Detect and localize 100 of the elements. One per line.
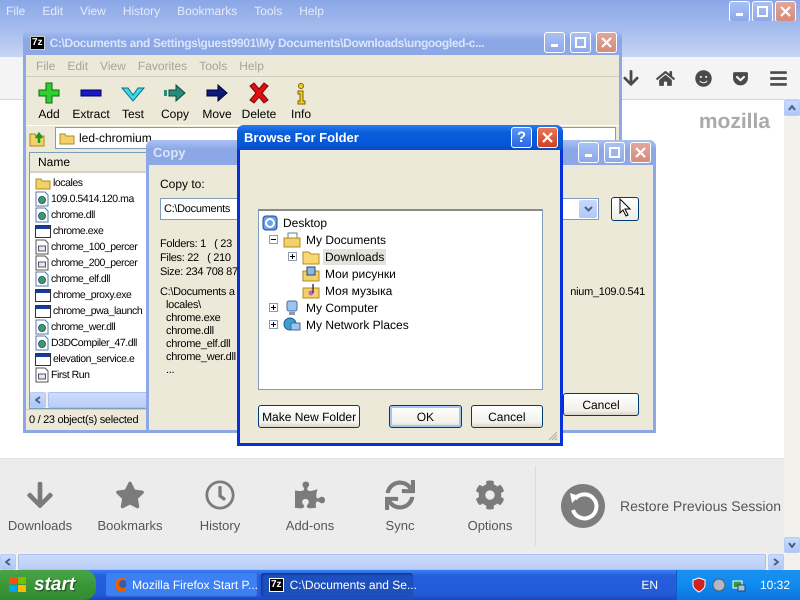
tree-item[interactable]: Desktop [281,214,330,230]
tree-item[interactable]: Downloads [323,248,386,264]
expand-toggle[interactable] [269,320,278,329]
dropdown-button[interactable] [579,200,597,218]
file-name[interactable]: chrome_pwa_launch [53,305,142,317]
file-name[interactable]: chrome_200_percer [51,257,138,269]
tree-item[interactable]: My Documents [304,232,388,248]
dialog-button[interactable]: Cancel [470,405,544,428]
minimize-button[interactable] [544,32,565,53]
toolbar-button[interactable]: Extract [70,81,112,121]
maximize-icon [757,6,768,17]
close-icon [542,132,553,143]
expand-toggle[interactable] [288,252,297,261]
launcher-item[interactable]: Downloads [0,480,85,532]
maximize-icon [575,37,586,48]
expand-toggle[interactable] [269,303,278,312]
toolbar-button[interactable]: Test [112,81,154,121]
status-text: 0 / 23 object(s) selected [29,414,138,426]
maximize-button[interactable] [752,1,773,22]
chevron-down-icon [584,206,592,212]
shield-icon[interactable] [691,577,707,593]
file-name[interactable]: chrome_100_percer [51,241,138,253]
toolbar-button[interactable]: Add [28,81,70,121]
file-name[interactable]: chrome.dll [51,209,95,221]
speaker-icon[interactable] [711,577,727,593]
tree-item[interactable]: Мои рисунки [323,266,398,282]
file-name[interactable]: locales [53,177,83,189]
launcher-item[interactable]: Bookmarks [85,480,175,532]
document-icon [35,367,49,383]
app-logo: 7z [30,36,45,50]
file-name[interactable]: chrome_elf.dll [51,273,110,285]
minimize-icon [551,44,558,47]
download-icon[interactable] [622,69,640,87]
title-bar: Browse For Folder ? [237,125,563,150]
taskbar-button[interactable]: Mozilla Firefox Start P... [106,573,258,597]
folder-icon [35,176,51,190]
toolbar-button[interactable]: Move [196,81,238,121]
window-icon [35,352,51,366]
close-button[interactable] [775,1,796,22]
launcher-item[interactable]: History [175,480,265,532]
source-path: nium_109.0.541 [570,285,645,299]
dialog-button[interactable]: Make New Folder [258,405,360,428]
file-name[interactable]: First Run [51,369,90,381]
app-logo: 7z [269,578,284,592]
browse-button[interactable] [611,197,639,221]
brand-logo: mozilla [698,110,770,135]
scroll-button[interactable] [784,100,800,116]
launcher-item[interactable]: Options [445,480,535,532]
file-name[interactable]: chrome_wer.dll [51,321,116,333]
launcher-item[interactable]: Add-ons [265,480,355,532]
minimize-button[interactable] [729,1,750,22]
scroll-button[interactable] [30,392,46,408]
menu-icon[interactable] [769,68,788,88]
restore-session-button[interactable]: Restore Previous Session [536,483,782,529]
scroll-button[interactable] [0,554,16,570]
gear-file-icon [35,207,49,223]
maximize-button[interactable] [604,142,625,163]
item-name: chrome.dll [165,325,215,338]
plus-icon [289,253,296,260]
gear-icon [475,480,505,510]
file-name[interactable]: elevation_service.e [53,353,134,365]
tree-item[interactable]: My Network Places [304,316,411,332]
sync-icon [385,480,415,510]
pocket-icon[interactable] [732,70,749,86]
toolbar-button[interactable]: Delete [238,81,280,121]
minimize-button[interactable] [578,142,599,163]
close-button[interactable] [537,127,558,148]
toolbar-button[interactable]: Info [280,81,322,121]
dialog-button[interactable]: OK [389,405,462,428]
file-name[interactable]: chrome.exe [53,225,104,237]
gear-file-icon [35,271,49,287]
close-button[interactable] [596,32,617,53]
star-icon [115,480,145,510]
window-icon [35,304,51,318]
home-icon[interactable] [656,68,675,88]
chevron-up-icon [788,105,796,111]
scroll-button[interactable] [768,554,784,570]
smiley-icon[interactable] [695,70,712,86]
collapse-toggle[interactable] [269,235,278,244]
tree-item[interactable]: My Computer [304,300,380,316]
info-icon [296,82,306,104]
resize-grip[interactable] [548,431,558,441]
folder-icon [302,248,320,264]
close-button[interactable] [630,142,651,163]
toolbar-button[interactable]: Copy [154,81,196,121]
vertical-scrollbar[interactable] [784,100,800,553]
gear-file-icon [35,319,49,335]
item-name: chrome_elf.dll [165,338,232,351]
cancel-button[interactable]: Cancel [563,393,639,416]
maximize-button[interactable] [570,32,591,53]
start-button[interactable]: start [0,570,96,600]
language-indicator[interactable]: EN [641,578,658,592]
file-name[interactable]: D3DCompiler_47.dll [51,337,137,349]
file-name[interactable]: 109.0.5414.120.ma [51,193,134,205]
help-button[interactable]: ? [511,127,532,148]
file-name[interactable]: chrome_proxy.exe [53,289,132,301]
tree-item[interactable]: Моя музыка [323,282,394,298]
globe-icon [114,577,126,593]
scroll-button[interactable] [784,537,800,553]
launcher-item[interactable]: Sync [355,480,445,532]
